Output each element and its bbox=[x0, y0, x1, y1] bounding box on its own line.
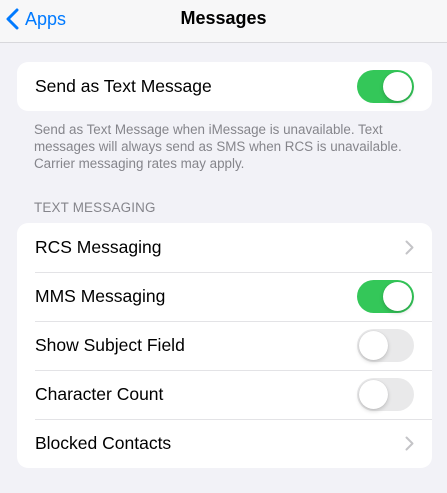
blocked-contacts-label: Blocked Contacts bbox=[35, 433, 172, 453]
character-count-toggle[interactable] bbox=[357, 378, 414, 411]
mms-messaging-label: MMS Messaging bbox=[35, 286, 166, 306]
toggle-knob bbox=[359, 331, 388, 360]
rcs-messaging-row[interactable]: RCS Messaging bbox=[17, 223, 432, 272]
chevron-right-icon bbox=[405, 436, 414, 451]
send-as-text-row: Send as Text Message bbox=[17, 62, 432, 111]
mms-messaging-row: MMS Messaging bbox=[17, 272, 432, 321]
send-as-text-footer: Send as Text Message when iMessage is un… bbox=[34, 122, 402, 171]
rcs-messaging-label: RCS Messaging bbox=[35, 237, 162, 257]
toggle-knob bbox=[383, 72, 412, 101]
character-count-row: Character Count bbox=[17, 370, 432, 419]
show-subject-field-toggle[interactable] bbox=[357, 329, 414, 362]
toggle-knob bbox=[383, 282, 412, 311]
show-subject-field-row: Show Subject Field bbox=[17, 321, 432, 370]
send-as-text-label: Send as Text Message bbox=[35, 76, 212, 96]
chevron-right-icon bbox=[405, 240, 414, 255]
send-as-text-group: Send as Text Message bbox=[17, 62, 432, 111]
mms-messaging-toggle[interactable] bbox=[357, 280, 414, 313]
toggle-knob bbox=[359, 380, 388, 409]
blocked-contacts-row[interactable]: Blocked Contacts bbox=[17, 419, 432, 468]
show-subject-field-label: Show Subject Field bbox=[35, 335, 185, 355]
send-as-text-toggle[interactable] bbox=[357, 70, 414, 103]
character-count-label: Character Count bbox=[35, 384, 164, 404]
navigation-bar: Apps Messages bbox=[0, 0, 447, 43]
text-messaging-header: TEXT MESSAGING bbox=[34, 200, 156, 215]
text-messaging-group: RCS Messaging MMS Messaging Show Subject… bbox=[17, 223, 432, 468]
page-title: Messages bbox=[180, 8, 267, 28]
